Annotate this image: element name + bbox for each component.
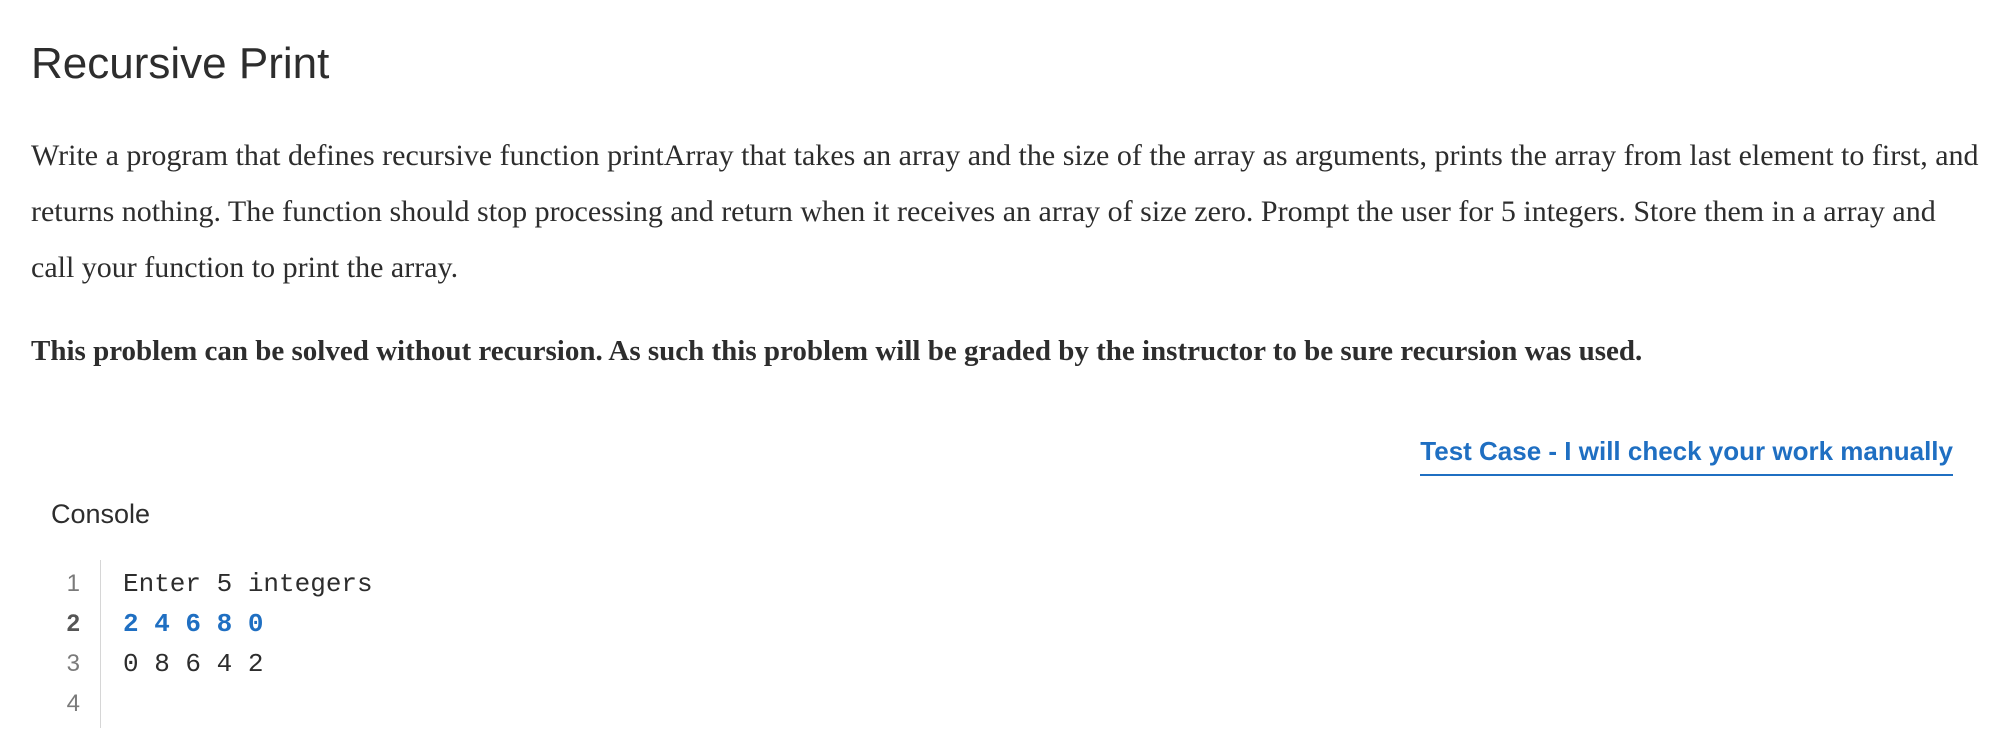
console-input-line: 2 4 6 8 0 — [123, 609, 264, 639]
console-label: Console — [51, 499, 151, 529]
console-output: 1 2 3 4 Enter 5 integers 2 4 6 8 0 0 8 6… — [40, 560, 1960, 728]
line-number: 2 — [66, 610, 80, 637]
line-number-gutter: 1 2 3 4 — [40, 560, 101, 728]
line-number: 4 — [66, 690, 80, 717]
test-case-link[interactable]: Test Case - I will check your work manua… — [1420, 428, 1953, 476]
line-number: 3 — [66, 650, 80, 677]
problem-description: Write a program that defines recursive f… — [31, 139, 1979, 284]
console-output-line: Enter 5 integers — [123, 569, 373, 599]
recursion-warning: This problem can be solved without recur… — [31, 335, 1643, 367]
console-output-line: 0 8 6 4 2 — [123, 649, 264, 679]
line-number: 1 — [66, 570, 80, 597]
page-title: Recursive Print — [31, 39, 330, 88]
